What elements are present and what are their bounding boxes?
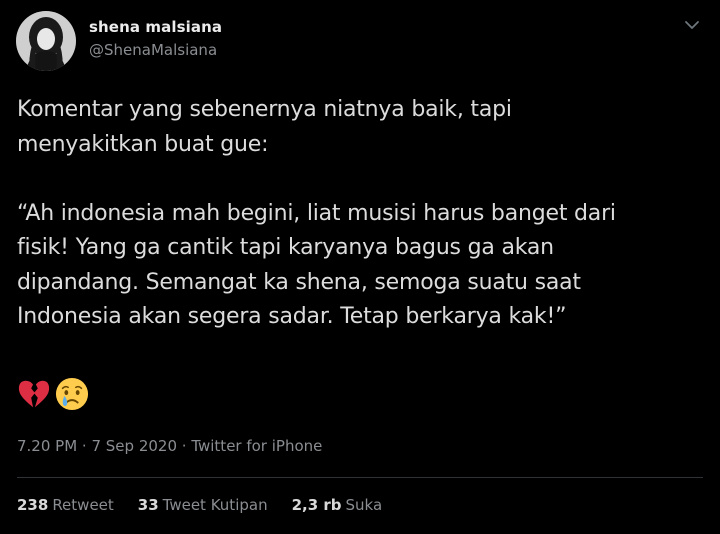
likes-label: Suka: [345, 496, 383, 514]
retweets-label: Retweet: [52, 496, 114, 514]
broken-heart-icon: [18, 380, 50, 408]
avatar-image: [16, 11, 76, 71]
tweet-metadata: 7.20 PM · 7 Sep 2020 · Twitter for iPhon…: [17, 437, 322, 455]
user-handle[interactable]: @ShenaMalsiana: [89, 41, 217, 59]
quote-tweets-count: 33: [137, 496, 159, 514]
tweet-emojis: [17, 377, 89, 413]
engagement-stats: 238 Retweet 33 Tweet Kutipan 2,3 rb Suka: [17, 496, 382, 514]
retweets-count: 238: [17, 496, 49, 514]
tweet-source-link[interactable]: Twitter for iPhone: [191, 437, 322, 455]
likes-stat[interactable]: 2,3 rb Suka: [292, 496, 383, 514]
more-options-caret-icon[interactable]: [682, 15, 702, 35]
meta-separator: ·: [77, 437, 92, 455]
retweets-stat[interactable]: 238 Retweet: [17, 496, 114, 514]
tweet-time-link[interactable]: 7.20 PM: [17, 437, 77, 455]
avatar[interactable]: [16, 11, 76, 71]
tweet-text: Komentar yang sebenernya niatnya baik, t…: [17, 97, 616, 329]
quote-tweets-stat[interactable]: 33 Tweet Kutipan: [138, 496, 268, 514]
quote-tweets-label: Tweet Kutipan: [162, 496, 268, 514]
crying-face-icon: [55, 377, 89, 411]
tweet-date-link[interactable]: 7 Sep 2020: [91, 437, 177, 455]
likes-count: 2,3 rb: [291, 496, 342, 514]
meta-separator: ·: [177, 437, 192, 455]
display-name[interactable]: shena malsiana: [89, 18, 222, 36]
tweet-card: shena malsiana @ShenaMalsiana Komentar y…: [0, 0, 720, 534]
divider: [17, 477, 703, 478]
